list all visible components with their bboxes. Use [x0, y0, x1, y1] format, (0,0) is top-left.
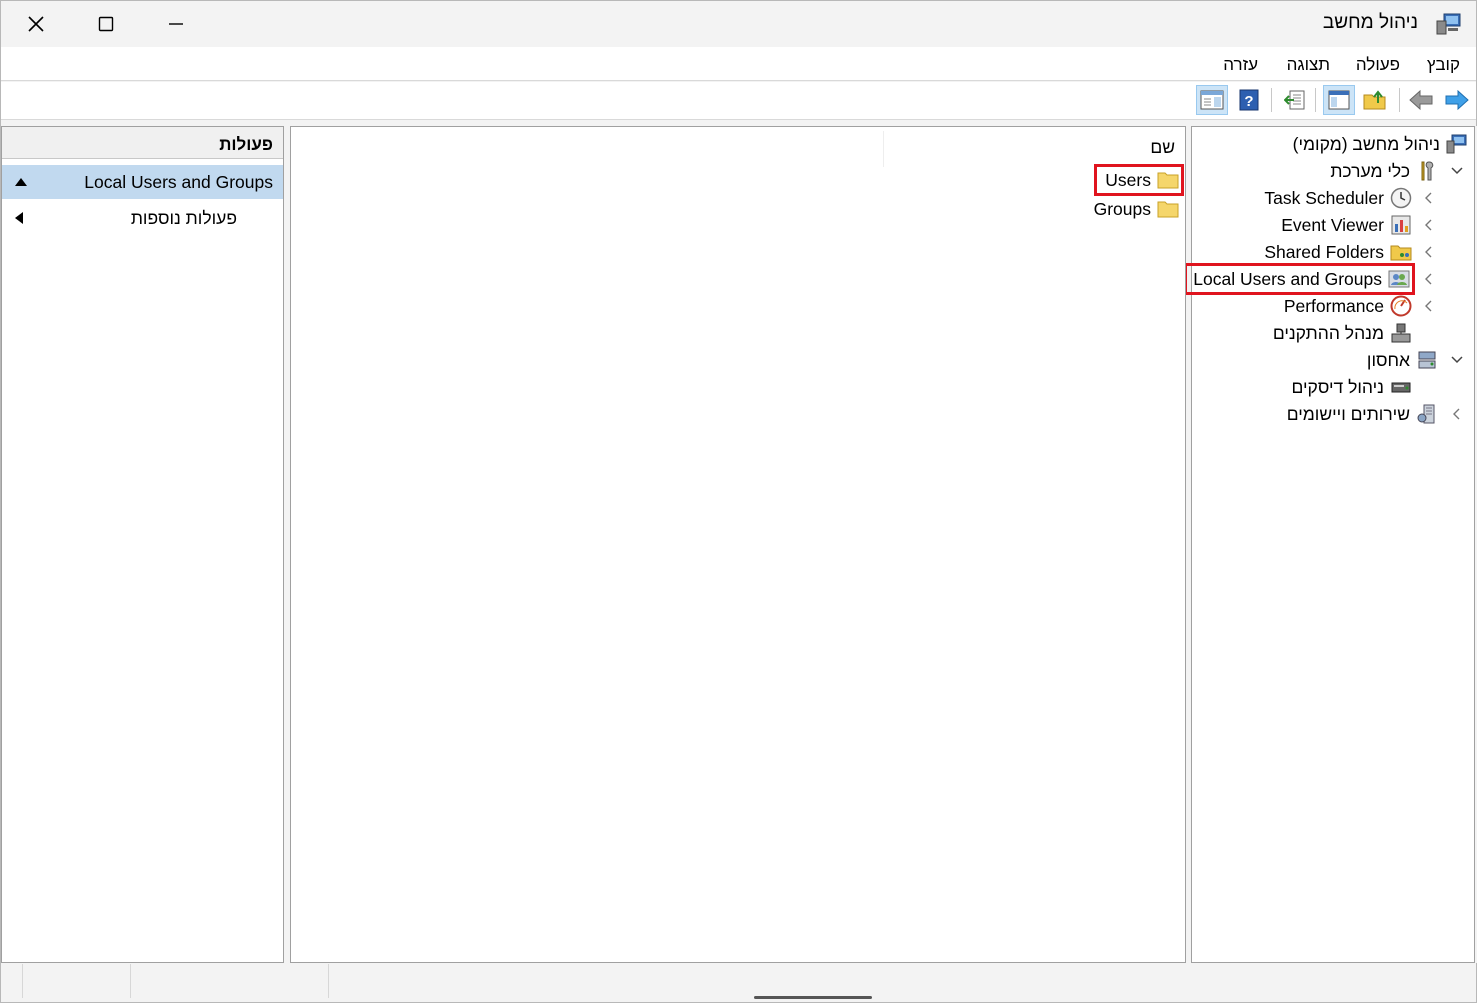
toolbar-separator: [1399, 88, 1400, 112]
svg-text:?: ?: [1244, 93, 1253, 110]
tree-item-device-manager[interactable]: מנהל ההתקנים: [1273, 320, 1412, 346]
forward-icon: [1445, 89, 1469, 111]
tree-label: Performance: [1283, 295, 1384, 316]
list-item-label: Groups: [1093, 198, 1151, 219]
forward-button[interactable]: [1441, 85, 1473, 115]
computer-management-icon: [1436, 13, 1461, 35]
tree-label: כלי מערכת: [1330, 160, 1410, 181]
storage-icon: [1418, 351, 1436, 369]
folder-icon: [1157, 172, 1179, 189]
actions-section-local-users-groups[interactable]: Local Users and Groups: [2, 165, 283, 199]
tree-item-shared-folders[interactable]: Shared Folders: [1264, 239, 1412, 265]
toolbar-separator: [1315, 88, 1316, 112]
show-hide-tree-icon: [1328, 90, 1350, 110]
performance-gauge-icon: [1390, 295, 1412, 317]
tree-label: Local Users and Groups: [1193, 268, 1382, 289]
menu-bar: קובץ פעולה תצוגה עזרה: [1, 47, 1476, 81]
tree-item-storage[interactable]: אחסון: [1367, 347, 1438, 373]
menu-file[interactable]: קובץ: [1427, 55, 1460, 75]
chevron-left-icon[interactable]: [1422, 218, 1436, 232]
tree-item-performance[interactable]: Performance: [1284, 293, 1412, 319]
tree-label: מנהל ההתקנים: [1272, 322, 1384, 343]
chevron-left-icon[interactable]: [1422, 245, 1436, 259]
title-bar: ניהול מחשב: [1, 1, 1476, 47]
list-item-groups[interactable]: Groups: [1094, 196, 1179, 222]
back-icon: [1409, 89, 1433, 111]
chevron-left-icon[interactable]: [1422, 272, 1436, 286]
tree-label: Shared Folders: [1264, 241, 1384, 262]
resize-handle[interactable]: [754, 996, 872, 999]
chevron-left-icon[interactable]: [1450, 407, 1464, 421]
disk-management-icon: [1391, 382, 1411, 393]
folder-icon: [1157, 201, 1179, 218]
actions-pane: פעולות Local Users and Groups פעולות נוס…: [1, 126, 284, 963]
chevron-down-icon[interactable]: [1450, 164, 1464, 178]
properties-button[interactable]: [1196, 85, 1228, 115]
help-icon: ?: [1239, 89, 1259, 111]
minimize-icon: [169, 23, 183, 25]
menu-help[interactable]: עזרה: [1223, 55, 1258, 75]
tree-label: אחסון: [1366, 349, 1410, 370]
actions-more[interactable]: פעולות נוספות: [2, 201, 283, 235]
shared-folder-icon: [1390, 245, 1412, 261]
chevron-down-icon[interactable]: [1450, 353, 1464, 367]
status-cell: [1, 964, 23, 998]
tree-label: Task Scheduler: [1264, 187, 1384, 208]
close-button[interactable]: [1, 1, 71, 47]
users-group-icon: [1388, 270, 1410, 288]
toolbar-separator: [1271, 88, 1272, 112]
console-tree[interactable]: ניהול מחשב (מקומי) כלי מערכת Task Schedu…: [1184, 126, 1475, 963]
device-manager-icon: [1391, 323, 1411, 343]
tree-label: ניהול דיסקים: [1291, 376, 1384, 397]
collapse-up-icon: [15, 178, 27, 186]
status-cell: [131, 964, 329, 998]
menu-view[interactable]: תצוגה: [1287, 55, 1330, 75]
menu-action[interactable]: פעולה: [1356, 55, 1400, 75]
tree-item-event-viewer[interactable]: Event Viewer: [1281, 212, 1412, 238]
status-bar: [1, 964, 1476, 1002]
actions-more-label: פעולות נוספות: [130, 207, 237, 228]
export-list-button[interactable]: [1279, 85, 1311, 115]
clock-icon: [1390, 187, 1412, 209]
list-item-users[interactable]: Users: [1094, 164, 1184, 196]
up-folder-icon: [1363, 90, 1386, 110]
back-button[interactable]: [1405, 85, 1437, 115]
tree-label: ניהול מחשב (מקומי): [1292, 133, 1440, 154]
tree-item-services-apps[interactable]: שירותים ויישומים: [1287, 401, 1438, 427]
chevron-left-icon[interactable]: [1422, 299, 1436, 313]
services-icon: [1417, 404, 1435, 424]
actions-section-label: Local Users and Groups: [84, 171, 273, 192]
maximize-icon: [98, 16, 114, 32]
column-header-name[interactable]: שם: [1150, 137, 1175, 158]
status-cell: [23, 964, 131, 998]
close-icon: [28, 16, 44, 32]
tree-item-root[interactable]: ניהול מחשב (מקומי): [1293, 131, 1468, 157]
tree-item-task-scheduler[interactable]: Task Scheduler: [1264, 185, 1412, 211]
results-pane[interactable]: שם Users Groups: [290, 126, 1186, 963]
chevron-left-icon[interactable]: [1422, 191, 1436, 205]
column-divider[interactable]: [883, 131, 884, 167]
toolbar: ?: [1, 82, 1476, 120]
tree-item-disk-management[interactable]: ניהול דיסקים: [1291, 374, 1412, 400]
tree-item-local-users-groups[interactable]: Local Users and Groups: [1184, 263, 1415, 295]
help-button[interactable]: ?: [1233, 85, 1265, 115]
tree-label: שירותים ויישומים: [1286, 403, 1410, 424]
event-viewer-icon: [1391, 215, 1411, 235]
tree-label: Event Viewer: [1281, 214, 1384, 235]
computer-management-window: ניהול מחשב קובץ פעולה תצוגה עזרה ? ניהול…: [0, 0, 1477, 1003]
list-item-label: Users: [1105, 169, 1151, 190]
minimize-button[interactable]: [141, 1, 211, 47]
show-hide-tree-button[interactable]: [1323, 85, 1355, 115]
tree-item-system-tools[interactable]: כלי מערכת: [1330, 158, 1438, 184]
computer-management-icon: [1446, 134, 1467, 154]
expand-left-icon: [15, 212, 23, 224]
up-folder-button[interactable]: [1359, 85, 1391, 115]
tools-icon: [1421, 161, 1434, 181]
maximize-button[interactable]: [71, 1, 141, 47]
properties-icon: [1200, 90, 1224, 110]
export-list-icon: [1284, 90, 1305, 110]
actions-header: פעולות: [2, 127, 283, 159]
window-title: ניהול מחשב: [1322, 12, 1418, 33]
